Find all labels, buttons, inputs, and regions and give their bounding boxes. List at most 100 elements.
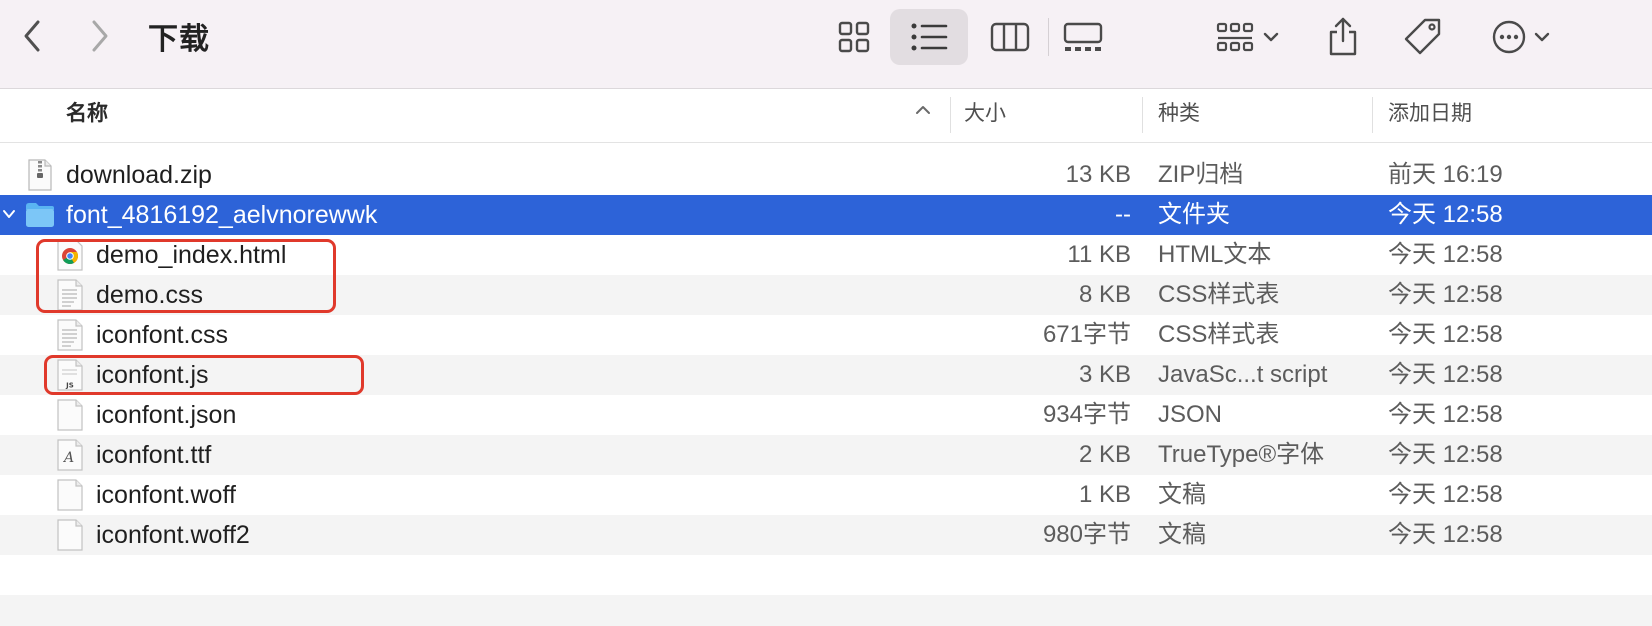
toolbar-separator — [1048, 18, 1049, 56]
file-name: iconfont.woff2 — [96, 521, 250, 549]
file-name: iconfont.js — [96, 361, 209, 389]
file-size: 3 KB — [1078, 361, 1131, 388]
column-divider[interactable] — [950, 97, 951, 133]
list-item[interactable]: A iconfont.ttf 2 KB TrueType®字体 今天 12:58 — [0, 435, 1652, 475]
file-name: iconfont.css — [96, 321, 229, 349]
file-date: 今天 12:58 — [1388, 201, 1503, 228]
column-divider[interactable] — [1142, 97, 1143, 133]
font-file-icon: A — [57, 439, 83, 471]
file-date: 前天 16:19 — [1388, 161, 1503, 188]
file-kind: HTML文本 — [1158, 241, 1272, 268]
blank-file-icon — [57, 399, 83, 431]
list-item[interactable]: demo.css 8 KB CSS样式表 今天 12:58 — [0, 275, 1652, 315]
file-kind: 文件夹 — [1158, 201, 1230, 228]
grid-view-button[interactable] — [826, 12, 882, 62]
column-name[interactable]: 名称 — [66, 89, 108, 142]
list-item[interactable]: iconfont.woff 1 KB 文稿 今天 12:58 — [0, 475, 1652, 515]
column-size[interactable]: 大小 — [964, 89, 1006, 142]
file-date: 今天 12:58 — [1388, 321, 1503, 348]
list-item[interactable]: iconfont.json 934字节 JSON 今天 12:58 — [0, 395, 1652, 435]
file-date: 今天 12:58 — [1388, 361, 1503, 388]
file-name: download.zip — [66, 161, 212, 189]
file-name: iconfont.json — [96, 401, 237, 429]
file-size: 13 KB — [1065, 161, 1131, 188]
chevron-down-icon — [1263, 32, 1279, 42]
forward-icon — [92, 20, 108, 52]
file-size: 671字节 — [1042, 321, 1131, 348]
tag-button[interactable] — [1398, 12, 1448, 62]
disclosure-chevron-down-icon[interactable] — [2, 207, 16, 221]
list-item[interactable]: iconfont.woff2 980字节 文稿 今天 12:58 — [0, 515, 1652, 555]
file-size: 1 KB — [1078, 481, 1131, 508]
sort-ascending-icon[interactable] — [914, 104, 932, 116]
list-view-button[interactable] — [890, 9, 968, 65]
file-date: 今天 12:58 — [1388, 281, 1503, 308]
file-name: demo.css — [96, 281, 203, 309]
chrome-icon — [57, 239, 83, 271]
file-kind: JSON — [1158, 401, 1223, 428]
toolbar: 下载 — [0, 0, 1652, 89]
finder-window: 下载 名称 大小 种类 添加日期 download.zip 13 KB ZIP归… — [0, 0, 1652, 626]
forward-button[interactable] — [80, 16, 120, 56]
column-view-button[interactable] — [980, 12, 1040, 62]
gallery-view-icon — [1063, 22, 1103, 51]
tag-icon — [1404, 18, 1441, 55]
grid-view-icon — [838, 21, 870, 53]
file-kind: CSS样式表 — [1158, 321, 1280, 348]
file-size: 11 KB — [1067, 241, 1131, 268]
group-icon — [1216, 22, 1254, 52]
column-view-icon — [990, 22, 1030, 52]
file-size: 980字节 — [1042, 521, 1131, 548]
blank-file-icon — [57, 519, 83, 551]
column-kind[interactable]: 种类 — [1158, 89, 1200, 142]
css-file-icon — [57, 319, 83, 351]
css-file-icon — [57, 279, 83, 311]
file-kind: 文稿 — [1158, 521, 1206, 548]
more-icon — [1492, 20, 1526, 54]
svg-text:A: A — [62, 450, 74, 466]
group-button[interactable] — [1208, 12, 1288, 62]
js-file-icon: JS — [57, 359, 83, 391]
file-kind: 文稿 — [1158, 481, 1206, 508]
list-item[interactable]: iconfont.css 671字节 CSS样式表 今天 12:58 — [0, 315, 1652, 355]
list-item-selected[interactable]: font_4816192_aelvnorewwk -- 文件夹 今天 12:58 — [0, 195, 1652, 235]
file-size: -- — [1115, 201, 1131, 228]
file-name: iconfont.ttf — [96, 441, 212, 469]
list-item[interactable]: download.zip 13 KB ZIP归档 前天 16:19 — [0, 155, 1652, 195]
list-item[interactable]: demo_index.html 11 KB HTML文本 今天 12:58 — [0, 235, 1652, 275]
file-date: 今天 12:58 — [1388, 241, 1503, 268]
column-divider[interactable] — [1372, 97, 1373, 133]
file-date: 今天 12:58 — [1388, 441, 1503, 468]
column-date-added[interactable]: 添加日期 — [1388, 89, 1472, 142]
blank-file-icon — [57, 479, 83, 511]
zip-icon — [28, 159, 52, 191]
file-name: demo_index.html — [96, 241, 287, 269]
file-date: 今天 12:58 — [1388, 521, 1503, 548]
file-name: font_4816192_aelvnorewwk — [66, 201, 378, 229]
file-size: 8 KB — [1078, 281, 1131, 308]
share-icon — [1329, 17, 1357, 56]
list-item[interactable]: JS iconfont.js 3 KB JavaSc...t script 今天… — [0, 355, 1652, 395]
file-date: 今天 12:58 — [1388, 481, 1503, 508]
svg-text:JS: JS — [65, 382, 74, 390]
list-view-icon — [911, 23, 948, 51]
folder-icon — [26, 203, 54, 227]
file-kind: CSS样式表 — [1158, 281, 1280, 308]
more-button[interactable] — [1484, 12, 1558, 62]
file-size: 934字节 — [1042, 401, 1131, 428]
file-kind: JavaSc...t script — [1158, 361, 1328, 388]
chevron-down-icon — [1534, 32, 1550, 42]
file-kind: TrueType®字体 — [1158, 441, 1325, 468]
column-header: 名称 大小 种类 添加日期 — [0, 89, 1652, 143]
file-name: iconfont.woff — [96, 481, 236, 509]
empty-row — [0, 555, 1652, 595]
file-date: 今天 12:58 — [1388, 401, 1503, 428]
window-title: 下载 — [148, 23, 210, 56]
share-button[interactable] — [1318, 10, 1368, 64]
back-button[interactable] — [12, 16, 52, 56]
empty-row — [0, 595, 1652, 626]
file-size: 2 KB — [1078, 441, 1131, 468]
file-list: download.zip 13 KB ZIP归档 前天 16:19 font_4… — [0, 155, 1652, 555]
back-icon — [24, 20, 40, 52]
gallery-view-button[interactable] — [1058, 12, 1108, 62]
